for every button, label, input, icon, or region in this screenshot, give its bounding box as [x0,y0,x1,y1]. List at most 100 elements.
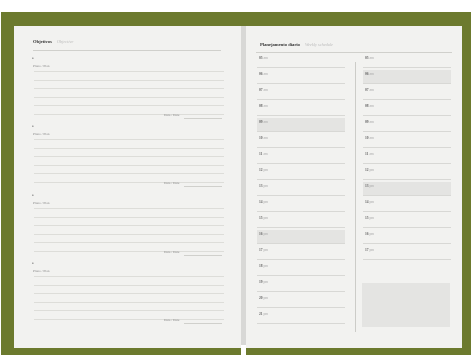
hour-slot[interactable]: 13 pm [363,180,451,196]
hour-slot[interactable]: 12 pm [257,164,345,180]
hour-label: 17 pm [259,248,268,252]
writing-line[interactable] [34,284,224,286]
hour-suffix: am [369,72,374,76]
writing-line[interactable] [34,181,224,183]
hour-suffix: pm [263,232,269,236]
objective-block: • Plano / Plan Data / Date [18,57,224,125]
hour-slot[interactable]: 19 pm [257,276,345,292]
writing-line[interactable] [34,164,224,166]
hour-suffix: pm [369,216,375,220]
page-title: Planejamento diario [260,42,300,47]
hour-label: 10 am [365,136,374,140]
hour-label: 14 pm [259,200,268,204]
writing-line[interactable] [34,79,224,81]
hour-suffix: am [263,72,268,76]
hour-number: 19 [259,280,263,284]
hour-label: 21 pm [259,312,268,316]
due-date-label: Data / Date [164,250,180,254]
writing-line[interactable] [34,156,224,157]
hour-suffix: am [369,56,374,60]
hour-slot[interactable]: 05 am [363,52,451,68]
writing-line[interactable] [34,276,224,277]
writing-line[interactable] [34,208,224,209]
writing-line[interactable] [34,216,224,218]
hour-number: 09 [365,120,369,124]
hour-slot[interactable]: 07 am [257,84,345,100]
hour-slot[interactable]: 10 am [257,132,345,148]
hour-slot[interactable]: 09 am [363,116,451,132]
writing-line[interactable] [34,173,224,174]
hour-number: 12 [259,168,263,172]
writing-line[interactable] [34,318,224,320]
hour-label: 08 am [259,104,268,108]
hour-label: 09 am [365,120,374,124]
hour-slot[interactable]: 06 am [257,68,345,84]
writing-line[interactable] [34,250,224,252]
due-date-line[interactable] [184,186,222,187]
hour-slot[interactable]: 12 pm [363,164,451,180]
hour-slot[interactable]: 17 pm [257,244,345,260]
hour-label: 12 pm [365,168,374,172]
hour-slot[interactable]: 10 am [363,132,451,148]
hour-label: 13 pm [259,184,268,188]
writing-line[interactable] [34,71,224,72]
objective-bullet: • [32,125,34,130]
writing-line[interactable] [34,147,224,149]
hour-slot[interactable]: 11 am [363,148,451,164]
writing-line[interactable] [34,233,224,235]
hour-slot[interactable]: 20 pm [257,292,345,308]
hour-slot[interactable]: 13 pm [257,180,345,196]
hour-slot[interactable]: 16 pm [363,228,451,244]
due-date-label: Data / Date [164,181,180,185]
writing-line[interactable] [34,105,224,106]
hour-slot[interactable]: 15 pm [257,212,345,228]
hour-suffix: pm [263,296,269,300]
hour-number: 18 [259,264,263,268]
hour-suffix: pm [369,232,375,236]
hour-slot[interactable]: 07 am [363,84,451,100]
hour-number: 15 [365,216,369,220]
due-date-line[interactable] [184,323,222,324]
writing-line[interactable] [34,293,224,294]
hour-number: 06 [365,72,369,76]
due-date-line[interactable] [184,118,222,119]
hour-slot[interactable]: 09 am [257,116,345,132]
hour-slot[interactable]: 18 pm [257,260,345,276]
due-date-label: Data / Date [164,113,180,117]
hour-label: 20 pm [259,296,268,300]
hour-slot[interactable]: 21 pm [257,308,345,324]
hour-label: 05 am [259,56,268,60]
hour-slot[interactable]: 16 pm [257,228,345,244]
hour-slot[interactable]: 08 am [257,100,345,116]
hour-suffix: pm [263,264,269,268]
hour-slot[interactable]: 06 am [363,68,451,84]
notes-box [362,283,450,327]
hour-slot[interactable]: 17 pm [363,244,451,260]
hour-label: 11 am [365,152,374,156]
writing-line[interactable] [34,301,224,303]
writing-line[interactable] [34,139,224,140]
objective-block: • Plano / Plan Data / Date [18,194,224,262]
highlighted-slot [257,230,345,243]
writing-line[interactable] [34,225,224,226]
due-date-line[interactable] [184,255,222,256]
hour-number: 10 [259,136,263,140]
writing-line[interactable] [34,310,224,311]
hour-slot[interactable]: 14 pm [257,196,345,212]
hour-slot[interactable]: 05 am [257,52,345,68]
plan-label: Plano / Plan [33,132,50,136]
title-underline [33,50,221,51]
hour-suffix: pm [369,184,375,188]
hour-label: 07 am [365,88,374,92]
hour-suffix: pm [263,312,269,316]
hour-label: 10 am [259,136,268,140]
hour-slot[interactable]: 11 am [257,148,345,164]
writing-line[interactable] [34,88,224,89]
hour-slot[interactable]: 08 am [363,100,451,116]
hour-slot[interactable]: 15 pm [363,212,451,228]
writing-line[interactable] [34,96,224,98]
hour-slot[interactable]: 14 pm [363,196,451,212]
writing-line[interactable] [34,113,224,115]
hour-label: 08 am [365,104,374,108]
writing-line[interactable] [34,242,224,243]
